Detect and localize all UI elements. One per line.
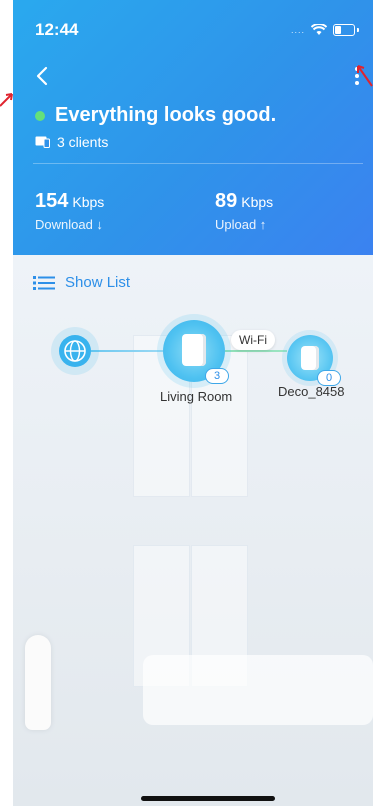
main-deco-node[interactable]: 3	[163, 320, 229, 384]
annotation-arrow-right	[357, 65, 373, 87]
satellite-node-label: Deco_8458	[278, 384, 345, 399]
globe-icon	[64, 340, 86, 362]
download-label: Download ↓	[35, 217, 103, 232]
network-status: Everything looks good.	[35, 104, 276, 127]
download-unit: Kbps	[72, 194, 105, 210]
download-value: 154	[35, 190, 69, 212]
status-icons: ....	[291, 24, 359, 36]
main-node-label: Living Room	[160, 389, 233, 404]
sofa	[143, 655, 373, 725]
upload-label: Upload ↑	[215, 217, 267, 232]
annotation-arrow-left	[0, 93, 13, 107]
signal-icon: ....	[290, 25, 305, 35]
status-text: Everything looks good.	[55, 104, 277, 126]
battery-icon	[333, 24, 355, 36]
wifi-link-label: Wi-Fi	[231, 330, 275, 350]
internet-link-line	[91, 350, 163, 352]
internet-node[interactable]	[59, 335, 91, 367]
upload-value: 89	[215, 190, 238, 212]
status-time: 12:44	[35, 20, 79, 39]
main-node-client-badge: 3	[205, 368, 229, 384]
upload-stat: 89 Kbps Upload ↑	[215, 190, 273, 232]
app-screen: 12:44 .... Everything looks good. 3 clie…	[13, 0, 373, 806]
list-icon	[33, 275, 55, 290]
header-divider	[33, 163, 363, 164]
battery-cap	[357, 28, 359, 32]
status-ok-dot	[35, 110, 45, 121]
device-icon	[35, 136, 50, 148]
vase	[25, 635, 51, 730]
deco-device-icon	[182, 334, 206, 366]
clients-count[interactable]: 3 clients	[35, 134, 108, 150]
upload-unit: Kbps	[241, 194, 274, 210]
home-indicator[interactable]	[141, 796, 275, 801]
satellite-deco-node[interactable]: 0	[287, 335, 341, 386]
deco-device-icon	[301, 346, 319, 370]
show-list-label: Show List	[65, 274, 131, 291]
chevron-left-icon	[36, 66, 48, 86]
clients-text: 3 clients	[57, 134, 109, 150]
wifi-link-line	[225, 350, 287, 352]
show-list-button[interactable]: Show List	[33, 274, 130, 291]
download-stat: 154 Kbps Download ↓	[35, 190, 104, 232]
network-status-header: 12:44 .... Everything looks good. 3 clie…	[13, 0, 373, 255]
back-button[interactable]	[33, 62, 55, 90]
wifi-icon	[311, 24, 327, 35]
